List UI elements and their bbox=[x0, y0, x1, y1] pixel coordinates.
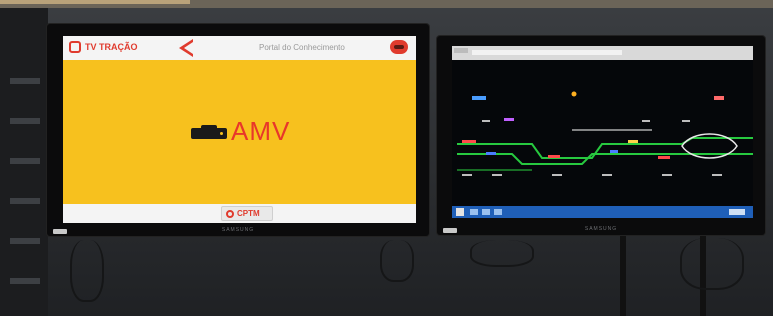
track-schematic bbox=[457, 91, 753, 176]
signal-block bbox=[504, 118, 514, 121]
mount-post bbox=[620, 232, 626, 316]
signal-dot bbox=[571, 91, 577, 97]
cable bbox=[380, 240, 414, 282]
monitor-led bbox=[443, 228, 457, 233]
browser-toolbar bbox=[452, 46, 753, 60]
main-label: AMV bbox=[231, 116, 291, 146]
signal-block bbox=[628, 140, 638, 143]
header-badge-icon bbox=[390, 40, 408, 54]
monitor-brand: SAMSUNG bbox=[584, 226, 618, 232]
monitor-brand: SAMSUNG bbox=[221, 227, 255, 233]
monitor-led bbox=[53, 229, 67, 234]
cptm-logo-icon bbox=[226, 210, 234, 218]
signal-block bbox=[462, 140, 476, 143]
app-name: TV TRAÇÃO bbox=[85, 42, 138, 52]
right-screen bbox=[452, 46, 753, 218]
switch-machine-icon bbox=[191, 125, 227, 139]
right-monitor: SAMSUNG bbox=[437, 36, 765, 235]
screen-footer: CPTM bbox=[63, 204, 416, 223]
start-button-icon[interactable] bbox=[456, 208, 464, 216]
page-title: Portal do Conhecimento bbox=[259, 43, 345, 52]
ceiling-band bbox=[0, 0, 773, 8]
tv-logo-icon bbox=[69, 41, 81, 53]
taskbar-clock bbox=[729, 209, 745, 215]
cable bbox=[680, 238, 744, 290]
signal-block bbox=[610, 150, 618, 153]
cable bbox=[70, 240, 104, 302]
taskbar-app-icon[interactable] bbox=[482, 209, 490, 215]
left-rack bbox=[0, 8, 48, 316]
cptm-logo: CPTM bbox=[221, 206, 273, 221]
screen-header: TV TRAÇÃO Portal do Conhecimento bbox=[63, 36, 416, 60]
taskbar-app-icon[interactable] bbox=[494, 209, 502, 215]
left-monitor: SAMSUNG TV TRAÇÃO Portal do Conhecimento… bbox=[47, 24, 429, 236]
cptm-logo-text: CPTM bbox=[237, 209, 260, 218]
left-screen: TV TRAÇÃO Portal do Conhecimento AMV CPT… bbox=[63, 36, 416, 223]
signal-block bbox=[548, 155, 560, 158]
cable bbox=[470, 240, 534, 267]
signal-block bbox=[714, 96, 724, 100]
address-bar[interactable] bbox=[472, 50, 622, 55]
taskbar bbox=[452, 206, 753, 218]
taskbar-app-icon[interactable] bbox=[470, 209, 478, 215]
browser-tab[interactable] bbox=[454, 48, 468, 53]
signal-block bbox=[472, 96, 486, 100]
signal-block bbox=[658, 156, 670, 159]
signal-block bbox=[486, 152, 496, 155]
